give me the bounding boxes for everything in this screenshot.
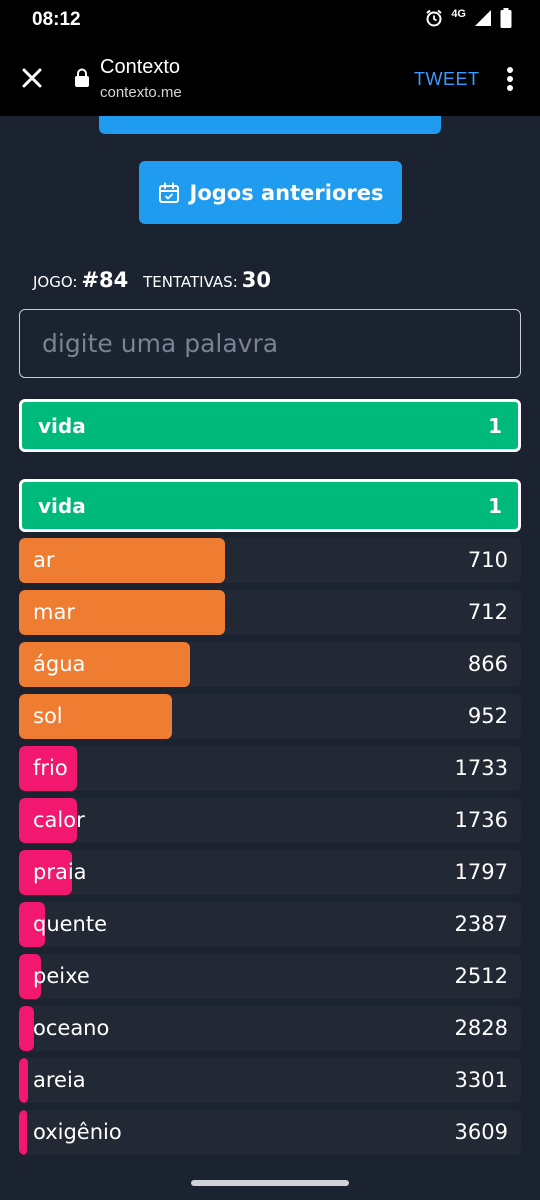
guess-rank: 866 [467,652,508,676]
page-title: Contexto [100,56,181,78]
guess-row: sol 952 [19,694,521,739]
guess-row: mar 712 [19,590,521,635]
status-time: 08:12 [32,9,81,30]
best-guess-rank: 1 [488,493,502,518]
game-label: JOGO: [33,273,78,291]
guess-rank: 712 [467,600,508,624]
guess-rank: 710 [467,548,508,572]
best-guess-row: vida 1 [19,479,521,532]
guess-row: peixe 2512 [19,954,521,999]
guess-rank: 952 [467,704,508,728]
guess-word: areia [33,1068,86,1092]
guess-rank: 1733 [454,756,508,780]
network-type: 4G [451,8,466,20]
best-guess-word: vida [38,493,86,518]
guess-word: oxigênio [33,1120,122,1144]
guess-rank: 3609 [454,1120,508,1144]
browser-toolbar: Contexto contexto.me TWEET [0,40,540,116]
navigation-bar [0,1166,540,1200]
home-gesture-bar[interactable] [191,1180,349,1186]
last-guess-row: vida 1 [19,399,521,452]
status-icons: 4G [425,8,512,28]
lock-icon [75,68,89,87]
guess-row: frio 1733 [19,746,521,791]
status-bar: 08:12 4G [0,0,540,40]
guess-word: praia [33,860,87,884]
attempts-label: TENTATIVAS: [143,273,238,291]
guess-rank: 2387 [454,912,508,936]
guess-rank: 1736 [454,808,508,832]
previous-games-label: Jogos anteriores [189,180,384,205]
proximity-bar [19,1006,34,1051]
guess-row: calor 1736 [19,798,521,843]
guess-rank: 1797 [454,860,508,884]
cut-off-button[interactable] [99,116,441,134]
word-input-box[interactable] [19,309,521,378]
previous-games-button[interactable]: Jogos anteriores [139,161,402,224]
guess-word: oceano [33,1016,110,1040]
guess-row: oceano 2828 [19,1006,521,1051]
last-guess-rank: 1 [488,413,502,438]
guess-word: quente [33,912,108,936]
word-input[interactable] [40,328,504,359]
guess-row: areia 3301 [19,1058,521,1103]
tweet-button[interactable]: TWEET [414,69,480,90]
page-content: Jogos anteriores JOGO: #84 TENTATIVAS: 30 … [0,116,540,1166]
attempts-count: 30 [241,268,271,292]
proximity-bar [19,1110,27,1155]
guess-word: mar [33,600,75,624]
guess-word: água [33,652,86,676]
guess-word: calor [33,808,85,832]
calendar-icon [158,182,179,203]
guess-row: ar 710 [19,538,521,583]
game-info: JOGO: #84 TENTATIVAS: 30 [33,268,281,292]
guess-rank: 2828 [454,1016,508,1040]
guess-row: praia 1797 [19,850,521,895]
close-icon[interactable] [18,64,46,92]
signal-icon [475,10,491,26]
guess-word: peixe [33,964,90,988]
more-options-icon[interactable] [500,64,520,94]
proximity-bar [19,1058,28,1103]
last-guess-word: vida [38,413,86,438]
game-number: #84 [81,268,129,292]
guess-word: frio [33,756,68,780]
guess-rank: 2512 [454,964,508,988]
guess-word: sol [33,704,63,728]
guess-row: quente 2387 [19,902,521,947]
battery-icon [500,8,512,28]
guess-rank: 3301 [454,1068,508,1092]
guess-row: oxigênio 3609 [19,1110,521,1155]
guess-row: água 866 [19,642,521,687]
page-url: contexto.me [100,84,182,101]
guess-word: ar [33,548,55,572]
alarm-icon [426,9,442,27]
